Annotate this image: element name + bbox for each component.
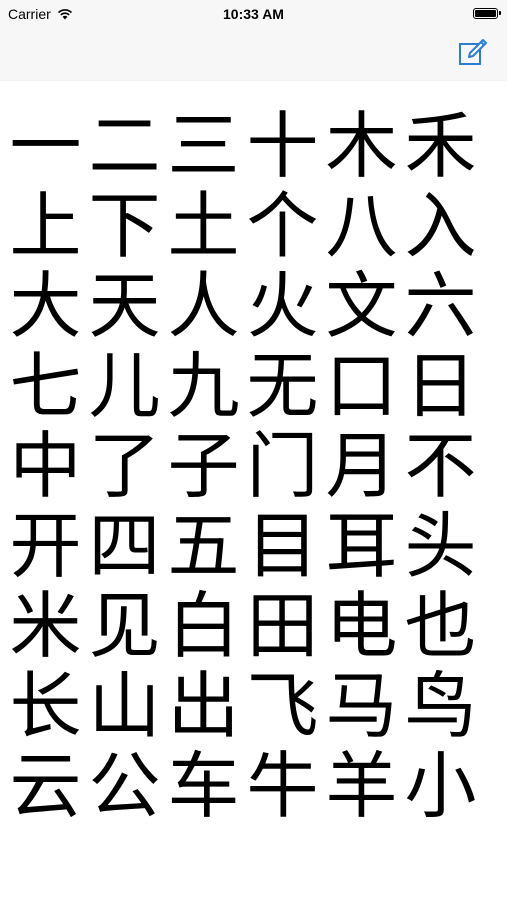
character-cell[interactable]: 米 (6, 586, 85, 666)
character-cell[interactable]: 禾 (401, 106, 480, 186)
character-row: 米见白田电也 (6, 586, 506, 666)
navigation-bar (0, 28, 507, 81)
character-cell[interactable]: 大 (6, 266, 85, 346)
character-cell[interactable]: 儿 (85, 346, 164, 426)
compose-icon[interactable] (458, 38, 488, 68)
character-cell[interactable]: 九 (164, 346, 243, 426)
character-row: 一二三十木禾 (6, 106, 506, 186)
character-cell[interactable]: 中 (6, 426, 85, 506)
character-cell[interactable]: 出 (164, 666, 243, 746)
character-cell[interactable]: 田 (243, 586, 322, 666)
character-cell[interactable]: 四 (85, 506, 164, 586)
character-cell[interactable]: 个 (243, 186, 322, 266)
character-cell[interactable]: 五 (164, 506, 243, 586)
character-row: 中了子门月不 (6, 426, 506, 506)
character-cell[interactable]: 无 (243, 346, 322, 426)
character-cell[interactable]: 三 (164, 106, 243, 186)
character-cell[interactable]: 耳 (322, 506, 401, 586)
character-cell[interactable]: 云 (6, 746, 85, 826)
character-cell[interactable]: 了 (85, 426, 164, 506)
character-grid: 一二三十木禾上下土个八入大天人火文六七儿九无口日中了子门月不开四五目耳头米见白田… (0, 98, 507, 900)
character-row: 云公车牛羊小 (6, 746, 506, 826)
character-cell[interactable]: 二 (85, 106, 164, 186)
character-cell[interactable]: 上 (6, 186, 85, 266)
status-time: 10:33 AM (223, 6, 284, 22)
character-row: 开四五目耳头 (6, 506, 506, 586)
character-cell[interactable]: 人 (164, 266, 243, 346)
character-cell[interactable]: 日 (401, 346, 480, 426)
character-cell[interactable]: 木 (322, 106, 401, 186)
character-cell[interactable]: 飞 (243, 666, 322, 746)
character-row: 七儿九无口日 (6, 346, 506, 426)
character-cell[interactable]: 月 (322, 426, 401, 506)
character-cell[interactable]: 白 (164, 586, 243, 666)
character-cell[interactable]: 一 (6, 106, 85, 186)
character-cell[interactable]: 七 (6, 346, 85, 426)
character-cell[interactable]: 见 (85, 586, 164, 666)
character-cell[interactable]: 也 (401, 586, 480, 666)
character-cell[interactable]: 子 (164, 426, 243, 506)
battery-icon (473, 8, 501, 19)
character-row: 大天人火文六 (6, 266, 506, 346)
character-cell[interactable]: 开 (6, 506, 85, 586)
character-cell[interactable]: 八 (322, 186, 401, 266)
character-cell[interactable]: 头 (401, 506, 480, 586)
character-cell[interactable]: 目 (243, 506, 322, 586)
character-cell[interactable]: 火 (243, 266, 322, 346)
character-cell[interactable]: 公 (85, 746, 164, 826)
character-cell[interactable]: 土 (164, 186, 243, 266)
character-cell[interactable]: 天 (85, 266, 164, 346)
character-cell[interactable]: 山 (85, 666, 164, 746)
character-cell[interactable]: 鸟 (401, 666, 480, 746)
character-cell[interactable]: 门 (243, 426, 322, 506)
character-cell[interactable]: 口 (322, 346, 401, 426)
character-cell[interactable]: 入 (401, 186, 480, 266)
character-cell[interactable]: 长 (6, 666, 85, 746)
character-cell[interactable]: 文 (322, 266, 401, 346)
character-cell[interactable]: 六 (401, 266, 480, 346)
character-cell[interactable]: 下 (85, 186, 164, 266)
character-cell[interactable]: 车 (164, 746, 243, 826)
status-bar: Carrier 10:33 AM (0, 0, 507, 28)
character-row: 长山出飞马鸟 (6, 666, 506, 746)
character-cell[interactable]: 电 (322, 586, 401, 666)
character-row: 上下土个八入 (6, 186, 506, 266)
character-cell[interactable]: 十 (243, 106, 322, 186)
character-cell[interactable]: 小 (401, 746, 480, 826)
character-cell[interactable]: 羊 (322, 746, 401, 826)
character-cell[interactable]: 马 (322, 666, 401, 746)
character-cell[interactable]: 不 (401, 426, 480, 506)
character-cell[interactable]: 牛 (243, 746, 322, 826)
